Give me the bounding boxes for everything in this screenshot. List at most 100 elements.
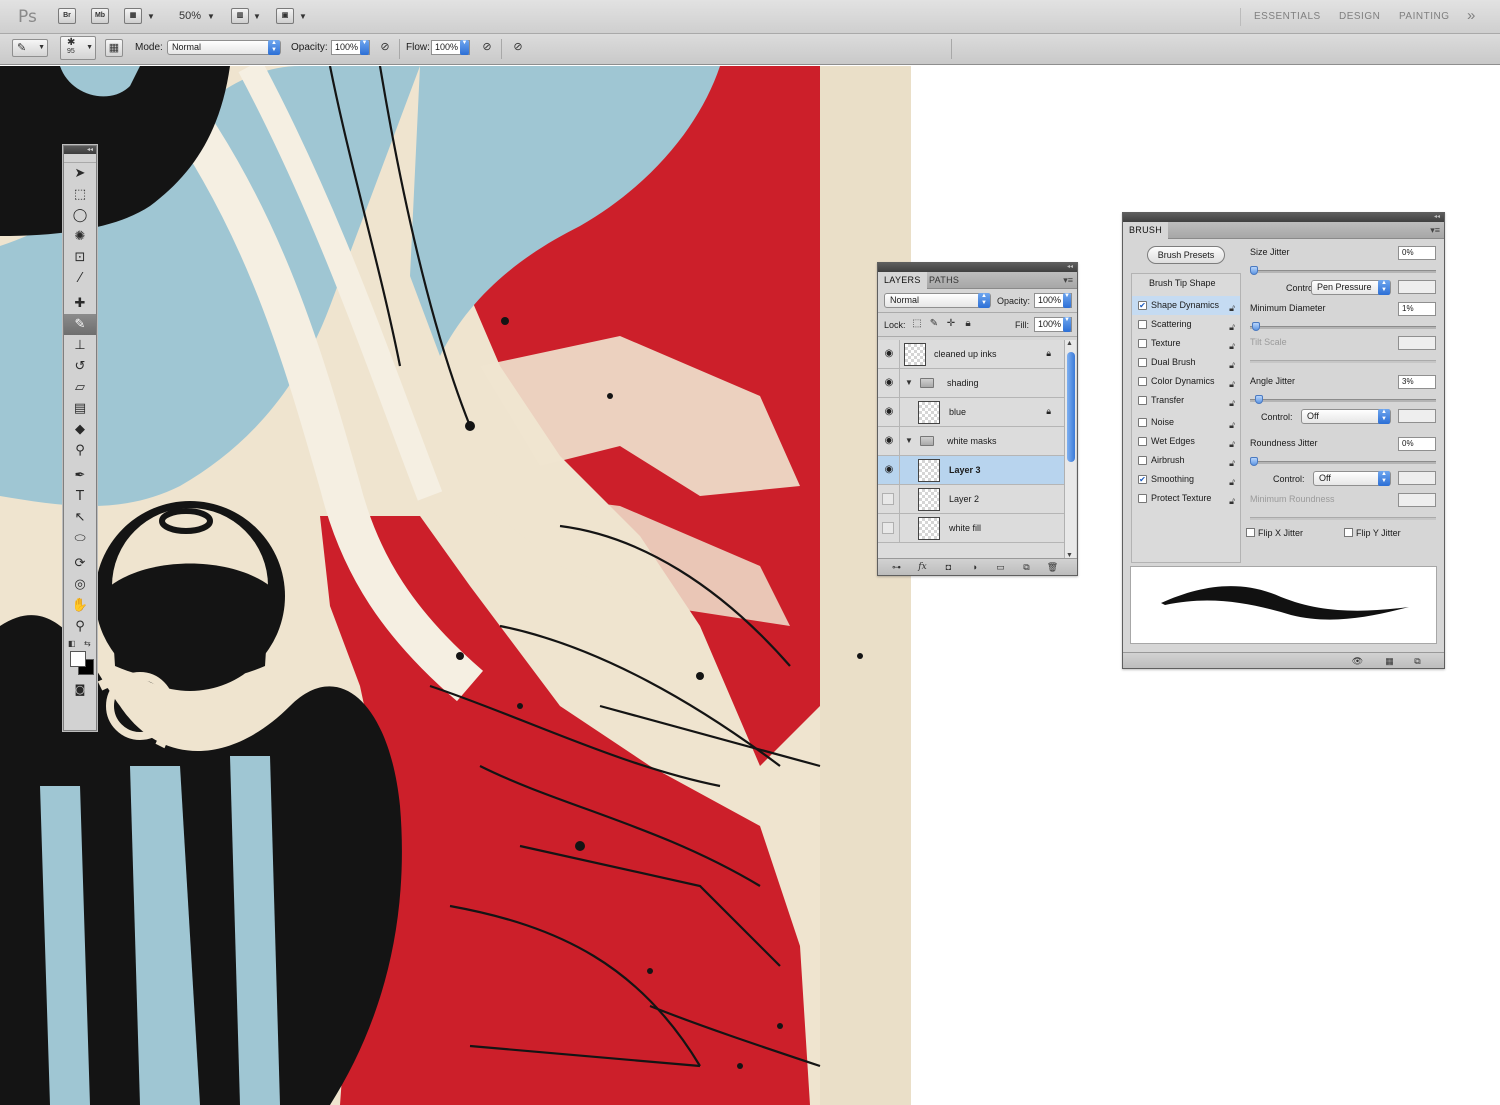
marquee-tool-icon[interactable]: ⬚ <box>64 184 96 205</box>
new-layer-icon[interactable]: ⧉ <box>1020 561 1033 573</box>
create-new-brush-icon[interactable]: ⧉ <box>1411 655 1424 667</box>
3d-orbit-tool-icon[interactable]: ◎ <box>64 574 96 595</box>
quick-select-tool-icon[interactable]: ✺ <box>64 226 96 247</box>
layer-row[interactable]: ◉ cleaned up inks 🔒︎ <box>878 340 1065 369</box>
opacity-field[interactable]: 100% ▼ <box>331 40 370 55</box>
collapse-icon[interactable]: ◂◂ <box>1434 214 1440 220</box>
slider-knob[interactable] <box>1252 322 1260 331</box>
layer-row[interactable]: ◉ blue 🔒︎ <box>878 398 1065 427</box>
workspace-design[interactable]: DESIGN <box>1339 11 1380 22</box>
angle-control-select[interactable]: Off ▲ ▼ <box>1301 409 1391 424</box>
flow-field[interactable]: 100% ▼ <box>431 40 470 55</box>
eyedropper-tool-icon[interactable]: ⁄ <box>64 268 96 289</box>
link-layers-icon[interactable]: ⊶ <box>890 561 903 573</box>
panel-menu-icon[interactable]: ▾≡ <box>1430 225 1440 236</box>
layer-row[interactable]: white fill <box>878 514 1065 543</box>
checkbox-box[interactable] <box>1138 377 1147 386</box>
checkbox-box[interactable] <box>1138 396 1147 405</box>
eye-icon[interactable]: ◉ <box>882 377 896 389</box>
pressure-opacity-button[interactable]: ⊘ <box>376 39 394 57</box>
eye-icon[interactable]: ◉ <box>882 435 896 447</box>
blend-mode-select[interactable]: Normal ▲ ▼ <box>884 293 991 308</box>
path-select-tool-icon[interactable]: ↖ <box>64 507 96 528</box>
delete-layer-icon[interactable]: 🗑︎ <box>1046 561 1059 573</box>
size-jitter-slider[interactable] <box>1250 266 1436 275</box>
swap-colors-icon[interactable]: ⇆ <box>84 639 91 648</box>
eye-icon[interactable]: ◉ <box>882 464 896 476</box>
brush-setting-wet-edges[interactable]: Wet Edges 🔓︎ <box>1132 432 1240 451</box>
mini-bridge-button[interactable]: Mb <box>91 8 109 24</box>
checkbox-box[interactable] <box>1138 456 1147 465</box>
brush-setting-shape-dynamics[interactable]: ✔ Shape Dynamics 🔓︎ <box>1132 296 1240 315</box>
angle-jitter-field[interactable]: 3% <box>1398 375 1436 389</box>
lock-position-icon[interactable]: ✛ <box>945 318 957 330</box>
checkbox-box[interactable] <box>1138 358 1147 367</box>
disclosure-triangle-icon[interactable]: ▼ <box>905 436 913 445</box>
shape-tool-icon[interactable]: ⬭ <box>64 528 96 549</box>
checkbox-box[interactable]: ✔ <box>1138 301 1147 310</box>
move-tool-icon[interactable]: ➤ <box>64 163 96 184</box>
layer-opacity-field[interactable]: 100% ▼ <box>1034 293 1072 308</box>
hand-tool-icon[interactable]: ✋ <box>64 595 96 616</box>
layer-row[interactable]: Layer 2 <box>878 485 1065 514</box>
layer-group-row[interactable]: ◉ ▼ shading <box>878 369 1065 398</box>
layer-style-icon[interactable]: fx <box>916 561 929 573</box>
hidden-visibility-box[interactable] <box>882 522 894 534</box>
tab-brush[interactable]: BRUSH <box>1123 222 1169 239</box>
slider-knob[interactable] <box>1255 395 1263 404</box>
slider-knob[interactable] <box>1250 266 1258 275</box>
angle-control-extra-field[interactable] <box>1398 409 1436 423</box>
view-extras-button[interactable]: ▦ <box>124 8 142 24</box>
layer-list-scrollbar[interactable]: ▲ ▼ <box>1064 340 1076 559</box>
arrange-documents-button[interactable]: ▥ <box>231 8 249 24</box>
layer-visibility-toggle[interactable]: ◉ <box>878 427 900 455</box>
brush-setting-color-dynamics[interactable]: Color Dynamics 🔓︎ <box>1132 372 1240 391</box>
hidden-visibility-box[interactable] <box>882 493 894 505</box>
eye-icon[interactable]: ◉ <box>882 406 896 418</box>
brush-grid-icon[interactable]: ▦ <box>1383 655 1396 667</box>
zoom-level[interactable]: 50% <box>179 10 201 22</box>
checkbox-box[interactable] <box>1344 528 1353 537</box>
collapse-icon[interactable]: ◂◂ <box>87 147 93 153</box>
brush-setting-noise[interactable]: Noise 🔓︎ <box>1132 413 1240 432</box>
checkbox-box[interactable]: ✔ <box>1138 475 1147 484</box>
brush-preset-picker[interactable]: ✱ 95 ▼ <box>60 36 96 60</box>
brush-panel-titlebar[interactable]: ◂◂ <box>1123 213 1444 222</box>
tab-layers[interactable]: LAYERS <box>878 272 927 289</box>
add-mask-icon[interactable]: ◘ <box>942 561 955 573</box>
brush-setting-airbrush[interactable]: Airbrush 🔓︎ <box>1132 451 1240 470</box>
document-canvas[interactable] <box>0 66 911 1105</box>
checkbox-box[interactable] <box>1138 320 1147 329</box>
more-workspaces-button[interactable]: » <box>1467 7 1476 24</box>
brush-presets-button[interactable]: Brush Presets <box>1147 246 1225 264</box>
tools-panel-header[interactable]: ◂◂ <box>64 146 96 154</box>
checkbox-box[interactable] <box>1138 494 1147 503</box>
3d-rotate-tool-icon[interactable]: ⟳ <box>64 553 96 574</box>
foreground-color-swatch[interactable] <box>70 651 86 667</box>
checkbox-box[interactable] <box>1138 437 1147 446</box>
brush-setting-protect-texture[interactable]: Protect Texture 🔓︎ <box>1132 489 1240 508</box>
eraser-tool-icon[interactable]: ▱ <box>64 377 96 398</box>
layer-visibility-toggle[interactable]: ◉ <box>878 398 900 426</box>
quick-mask-icon[interactable]: ◙ <box>64 679 96 700</box>
roundness-jitter-field[interactable]: 0% <box>1398 437 1436 451</box>
blur-tool-icon[interactable]: ◆ <box>64 419 96 440</box>
size-control-extra-field[interactable] <box>1398 280 1436 294</box>
lock-setting-icon[interactable]: 🔓︎ <box>1229 394 1235 413</box>
roundness-control-select[interactable]: Off ▲ ▼ <box>1313 471 1391 486</box>
minimum-diameter-field[interactable]: 1% <box>1398 302 1436 316</box>
checkbox-box[interactable] <box>1246 528 1255 537</box>
screen-mode-button[interactable]: ▣ <box>276 8 294 24</box>
scrollbar-thumb[interactable] <box>1067 352 1075 462</box>
layer-visibility-toggle[interactable] <box>878 514 900 542</box>
pen-tool-icon[interactable]: ✒ <box>64 465 96 486</box>
eye-icon[interactable]: ◉ <box>882 348 896 360</box>
adjustment-layer-icon[interactable]: ◑ <box>968 561 981 573</box>
screen-mode-dropdown[interactable]: ▼ <box>299 12 307 21</box>
brush-setting-scattering[interactable]: Scattering 🔓︎ <box>1132 315 1240 334</box>
lock-all-icon[interactable]: 🔒︎ <box>962 318 974 330</box>
minimum-diameter-slider[interactable] <box>1250 322 1436 331</box>
fill-field[interactable]: 100% ▼ <box>1034 317 1072 332</box>
toggle-live-tip-icon[interactable]: 👁︎ <box>1351 655 1364 667</box>
view-extras-dropdown[interactable]: ▼ <box>147 12 155 21</box>
